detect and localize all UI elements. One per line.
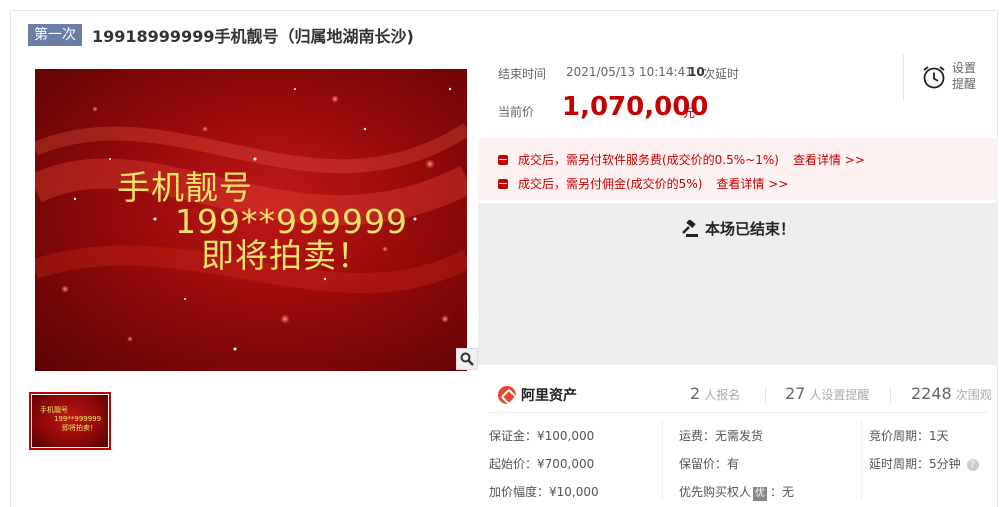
- auction-status: 本场已结束！: [478, 218, 998, 239]
- image-caption-line2: 199**999999: [175, 202, 408, 241]
- priority-buyer: 优先购买权人优：无: [679, 483, 794, 501]
- notice-text: 成交后，需另付佣金(成交价的5%): [518, 177, 703, 191]
- platform-row: 阿里资产 2 人报名 27 人设置提醒 2248 次围观: [478, 378, 998, 412]
- auction-status-panel: 本场已结束！: [478, 203, 998, 365]
- auction-info: 结束时间 2021/05/13 10:14:41 10 次延时 当前价 1,07…: [478, 52, 998, 136]
- help-icon[interactable]: ?: [966, 458, 979, 471]
- stat-reminders: 27 人设置提醒: [785, 384, 869, 403]
- bid-period: 竞价周期：1天: [869, 429, 949, 443]
- priority-buyer-value: ：无: [770, 485, 795, 499]
- start-price: 起始价：¥700,000: [489, 457, 595, 471]
- fee-notice: 成交后，需另付软件服务费(成交价的0.5%~1%) 查看详情 >> 成交后，需另…: [478, 138, 998, 200]
- thumbnail-text-1: 手机靓号: [40, 406, 68, 414]
- stat-label: 人设置提醒: [809, 388, 870, 402]
- column-divider: [861, 420, 862, 500]
- view-details-link[interactable]: 查看详情 >>: [716, 175, 788, 192]
- magnifier-icon: [460, 352, 474, 366]
- reminder-divider: [903, 54, 904, 100]
- stat-views: 2248 次围观: [911, 384, 992, 403]
- thumbnail-text-3: 即将拍卖！: [62, 424, 97, 432]
- shipping-fee: 运费：无需发货: [679, 429, 764, 443]
- notice-commission: 成交后，需另付佣金(成交价的5%) 查看详情 >>: [498, 175, 788, 192]
- deposit: 保证金：¥100,000: [489, 429, 595, 443]
- page-title: 19918999999手机靓号（归属地湖南长沙): [92, 27, 414, 46]
- set-reminder-button[interactable]: 设置提醒: [952, 60, 982, 92]
- stat-number: 2: [690, 384, 701, 403]
- notice-service-fee: 成交后，需另付软件服务费(成交价的0.5%~1%) 查看详情 >>: [498, 151, 865, 168]
- stat-divider: [765, 387, 766, 403]
- main-product-image[interactable]: 手机靓号 199**999999 即将拍卖！: [35, 69, 467, 371]
- stat-label: 次围观: [955, 388, 992, 402]
- reserve-price: 保留价：有: [679, 457, 740, 471]
- delay-label: 次延时: [703, 67, 740, 81]
- end-time-label: 结束时间: [498, 67, 547, 81]
- column-divider: [662, 420, 663, 500]
- priority-badge-icon: 优: [753, 487, 768, 501]
- alarm-clock-icon[interactable]: [921, 64, 947, 90]
- price-unit: 元: [683, 106, 696, 120]
- image-caption-line3: 即将拍卖！: [201, 236, 371, 275]
- delay-period: 延时周期：5分钟?: [869, 455, 979, 472]
- status-text: 本场已结束！: [704, 220, 795, 238]
- stat-number: 27: [785, 384, 806, 403]
- divider: [488, 412, 988, 413]
- stat-registered: 2 人报名: [690, 384, 740, 403]
- package-icon: [498, 154, 508, 165]
- image-caption-line1: 手机靓号: [117, 168, 253, 207]
- gavel-icon: [682, 219, 698, 237]
- ali-assets-logo[interactable]: 阿里资产: [498, 385, 577, 405]
- round-badge: 第一次: [28, 24, 82, 46]
- notice-text: 成交后，需另付软件服务费(成交价的0.5%~1%): [518, 153, 779, 167]
- platform-name: 阿里资产: [521, 388, 577, 404]
- zoom-button[interactable]: [456, 348, 478, 370]
- thumbnail-text-2: 199**999999: [54, 415, 102, 423]
- ali-assets-icon: [498, 386, 516, 404]
- bid-increment: 加价幅度：¥10,000: [489, 485, 599, 499]
- title-row: 第一次 19918999999手机靓号（归属地湖南长沙): [28, 24, 414, 46]
- delay-period-text: 延时周期：5分钟: [869, 457, 961, 471]
- priority-buyer-label: 优先购买权人: [679, 485, 752, 499]
- thumbnail-image: 手机靓号 199**999999 即将拍卖！: [32, 395, 108, 447]
- end-time-value: 2021/05/13 10:14:41: [566, 65, 693, 79]
- stat-number: 2248: [911, 384, 952, 403]
- thumbnail-1[interactable]: 手机靓号 199**999999 即将拍卖！: [29, 392, 111, 450]
- stat-label: 人报名: [704, 388, 741, 402]
- package-icon: [498, 178, 508, 189]
- stat-divider: [890, 387, 891, 403]
- current-price-label: 当前价: [498, 105, 535, 119]
- view-details-link[interactable]: 查看详情 >>: [793, 151, 865, 168]
